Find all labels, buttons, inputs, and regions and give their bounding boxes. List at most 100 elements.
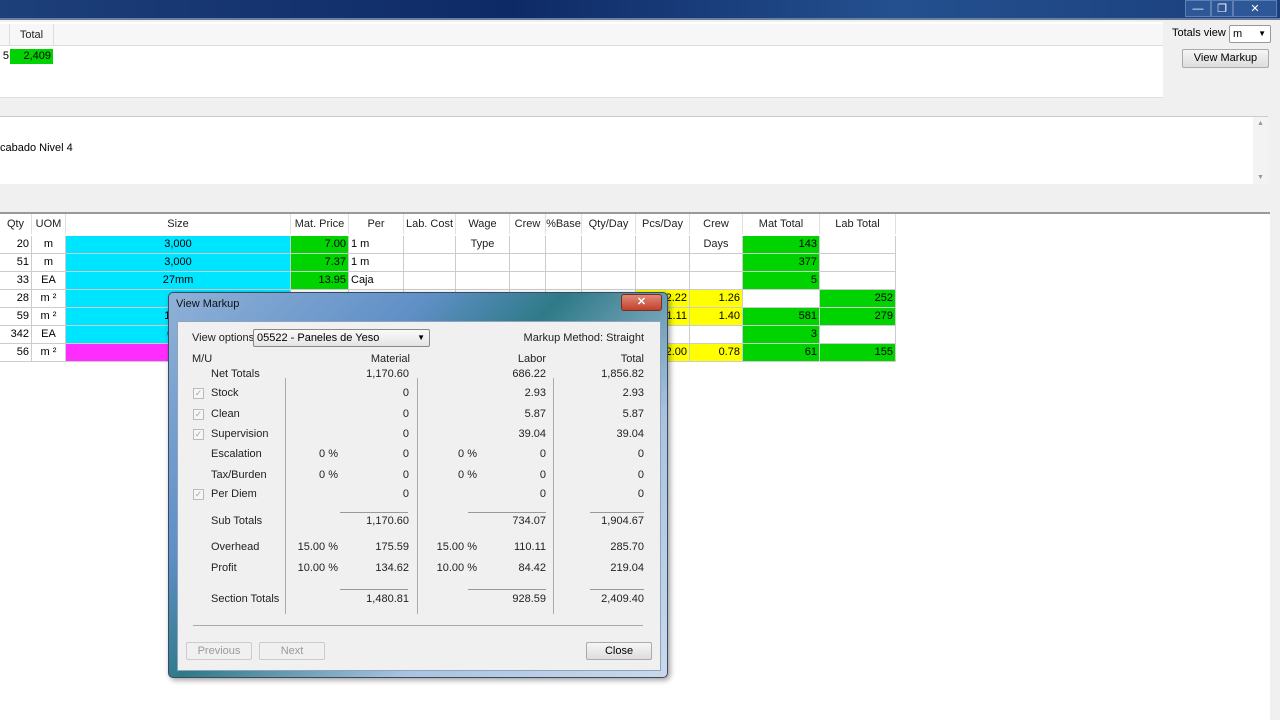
- cell-lab-total[interactable]: 155: [820, 344, 896, 362]
- markup-checkbox[interactable]: ✓: [193, 388, 204, 399]
- window-close-button[interactable]: ✕: [1233, 0, 1277, 17]
- labor-value: 84.42: [518, 562, 546, 574]
- cell-empty[interactable]: [582, 272, 636, 290]
- cell-pcs-day[interactable]: [636, 254, 690, 272]
- cell-uom[interactable]: m ²: [32, 290, 66, 308]
- column-header[interactable]: Qty: [0, 214, 32, 234]
- totals-view-select[interactable]: m ▼: [1229, 25, 1271, 43]
- cell-empty[interactable]: [546, 272, 582, 290]
- cell-per[interactable]: 1 m: [349, 254, 404, 272]
- cell-empty[interactable]: [404, 272, 456, 290]
- labor-value: 2.93: [524, 387, 546, 399]
- cell-mat-total[interactable]: 3: [743, 326, 820, 344]
- cell-qty[interactable]: 20: [0, 236, 32, 254]
- column-header[interactable]: Mat Total: [743, 214, 820, 234]
- view-markup-button[interactable]: View Markup: [1182, 49, 1269, 68]
- cell-uom[interactable]: m ²: [32, 308, 66, 326]
- cell-lab-total[interactable]: [820, 236, 896, 254]
- cell-empty[interactable]: [456, 254, 510, 272]
- cell-empty[interactable]: [510, 272, 546, 290]
- cell-crew-days[interactable]: [690, 272, 743, 290]
- cell-crew-days[interactable]: 1.26: [690, 290, 743, 308]
- total-header: Total: [10, 24, 54, 46]
- cell-lab-total[interactable]: [820, 254, 896, 272]
- cell-empty[interactable]: [582, 254, 636, 272]
- cell-mat-total[interactable]: 143: [743, 236, 820, 254]
- minimize-button[interactable]: —: [1185, 0, 1211, 17]
- cell-qty[interactable]: 59: [0, 308, 32, 326]
- markup-checkbox[interactable]: ✓: [193, 409, 204, 420]
- cell-size[interactable]: 3,000: [66, 254, 291, 272]
- cell-mat-price[interactable]: 13.95: [291, 272, 349, 290]
- description-scrollbar[interactable]: ▲ ▼: [1253, 117, 1268, 184]
- cell-crew-days[interactable]: 1.40: [690, 308, 743, 326]
- column-header[interactable]: Wage Type: [456, 214, 510, 250]
- cell-mat-total[interactable]: 5: [743, 272, 820, 290]
- cell-mat-total[interactable]: 61: [743, 344, 820, 362]
- cell-pcs-day[interactable]: [636, 272, 690, 290]
- cell-crew-days[interactable]: [690, 326, 743, 344]
- cell-pcs-day[interactable]: [636, 236, 690, 254]
- cell-empty[interactable]: [546, 254, 582, 272]
- cell-empty[interactable]: [510, 254, 546, 272]
- chevron-down-icon: ▼: [417, 333, 425, 342]
- dialog-close-icon[interactable]: ✕: [621, 294, 662, 311]
- cell-empty[interactable]: [546, 236, 582, 254]
- cell-crew-days[interactable]: 0.78: [690, 344, 743, 362]
- cell-empty[interactable]: [456, 272, 510, 290]
- cell-uom[interactable]: EA: [32, 326, 66, 344]
- close-button[interactable]: Close: [586, 642, 652, 660]
- column-header[interactable]: Crew Days: [690, 214, 743, 250]
- column-header[interactable]: Mat. Price: [291, 214, 349, 234]
- cell-lab-total[interactable]: [820, 272, 896, 290]
- cell-mat-total[interactable]: 581: [743, 308, 820, 326]
- column-header[interactable]: Lab Total: [820, 214, 896, 234]
- cell-uom[interactable]: EA: [32, 272, 66, 290]
- cell-per[interactable]: Caja: [349, 272, 404, 290]
- cell-crew-days[interactable]: [690, 236, 743, 254]
- cell-lab-total[interactable]: 279: [820, 308, 896, 326]
- cell-empty[interactable]: [404, 254, 456, 272]
- cell-lab-total[interactable]: 252: [820, 290, 896, 308]
- total-value: 219.04: [610, 562, 644, 574]
- column-header[interactable]: Qty/Day: [582, 214, 636, 234]
- view-options-select[interactable]: 05522 - Paneles de Yeso ▼: [253, 329, 430, 347]
- previous-button[interactable]: Previous: [186, 642, 252, 660]
- column-header[interactable]: Size: [66, 214, 291, 234]
- cell-crew-days[interactable]: [690, 254, 743, 272]
- cell-uom[interactable]: m ²: [32, 344, 66, 362]
- markup-checkbox[interactable]: ✓: [193, 429, 204, 440]
- cell-lab-total[interactable]: [820, 326, 896, 344]
- cell-empty[interactable]: [510, 236, 546, 254]
- cell-qty[interactable]: 33: [0, 272, 32, 290]
- cell-qty[interactable]: 51: [0, 254, 32, 272]
- total-value: 0: [637, 488, 644, 500]
- total-cell[interactable]: 2,409: [10, 49, 53, 64]
- next-button[interactable]: Next: [259, 642, 325, 660]
- cell-size[interactable]: 27mm: [66, 272, 291, 290]
- cell-mat-price[interactable]: 7.00: [291, 236, 349, 254]
- cell-empty[interactable]: [582, 236, 636, 254]
- cell-size[interactable]: 3,000: [66, 236, 291, 254]
- column-header[interactable]: UOM: [32, 214, 66, 234]
- cell-uom[interactable]: m: [32, 254, 66, 272]
- cell-mat-price[interactable]: 7.37: [291, 254, 349, 272]
- scroll-down-icon[interactable]: ▼: [1253, 174, 1268, 181]
- scroll-up-icon[interactable]: ▲: [1253, 120, 1268, 127]
- cell-mat-total[interactable]: 377: [743, 254, 820, 272]
- column-header[interactable]: Crew: [510, 214, 546, 234]
- column-header[interactable]: Per: [349, 214, 404, 234]
- restore-button[interactable]: ❐: [1211, 0, 1233, 17]
- column-header[interactable]: %Base: [546, 214, 582, 234]
- cell-qty[interactable]: 56: [0, 344, 32, 362]
- cell-empty[interactable]: [404, 236, 456, 254]
- cell-empty[interactable]: [456, 236, 510, 254]
- cell-mat-total[interactable]: [743, 290, 820, 308]
- cell-qty[interactable]: 28: [0, 290, 32, 308]
- column-header[interactable]: Pcs/Day: [636, 214, 690, 234]
- markup-checkbox[interactable]: ✓: [193, 489, 204, 500]
- cell-per[interactable]: 1 m: [349, 236, 404, 254]
- cell-uom[interactable]: m: [32, 236, 66, 254]
- cell-qty[interactable]: 342: [0, 326, 32, 344]
- column-header[interactable]: Lab. Cost: [404, 214, 456, 234]
